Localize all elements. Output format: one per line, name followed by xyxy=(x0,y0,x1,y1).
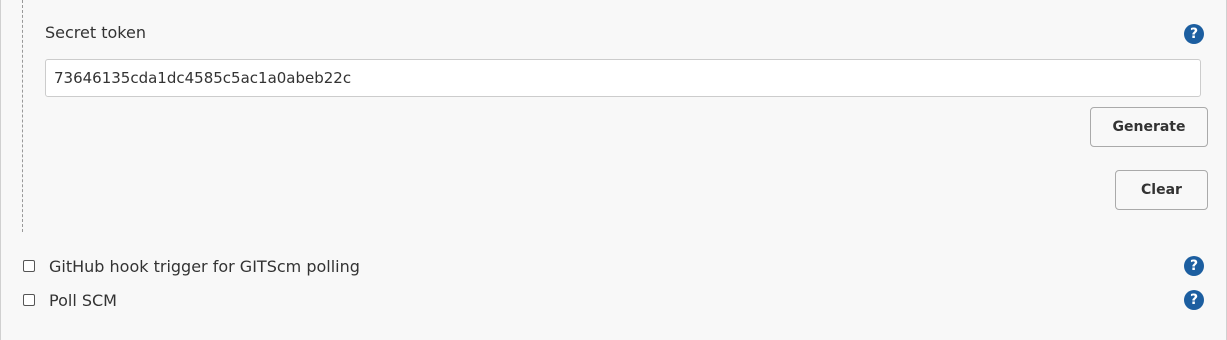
github-hook-checkbox[interactable] xyxy=(23,260,35,272)
clear-button[interactable]: Clear xyxy=(1115,170,1208,210)
secret-token-input[interactable] xyxy=(45,59,1201,97)
poll-scm-checkbox[interactable] xyxy=(23,294,35,306)
poll-scm-label[interactable]: Poll SCM xyxy=(49,291,117,310)
build-triggers-panel: Secret token ? Generate Clear GitHub hoo… xyxy=(0,0,1227,340)
trigger-row-github-hook[interactable]: GitHub hook trigger for GITScm polling xyxy=(23,255,360,277)
generate-button[interactable]: Generate xyxy=(1090,107,1208,147)
secret-token-label: Secret token xyxy=(45,23,146,42)
trigger-row-poll-scm[interactable]: Poll SCM xyxy=(23,289,117,311)
help-icon[interactable]: ? xyxy=(1184,256,1204,276)
nested-section-guide xyxy=(22,0,23,232)
github-hook-label[interactable]: GitHub hook trigger for GITScm polling xyxy=(49,257,360,276)
help-icon[interactable]: ? xyxy=(1184,24,1204,44)
help-icon[interactable]: ? xyxy=(1184,290,1204,310)
